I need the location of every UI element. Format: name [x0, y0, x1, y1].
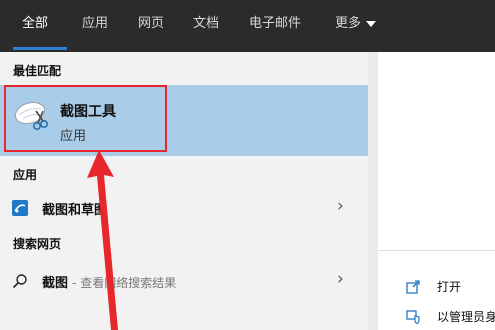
- section-web: 搜索网页: [13, 237, 62, 251]
- web-result-item[interactable]: 截图 - 查看网络搜索结果 ›: [0, 266, 368, 296]
- run-as-admin-action[interactable]: 以管理员身: [378, 306, 495, 328]
- snip-sketch-icon: [12, 200, 28, 216]
- tab-web[interactable]: 网页: [138, 14, 164, 34]
- highlight-box: [4, 85, 167, 152]
- admin-label: 以管理员身: [437, 310, 495, 324]
- details-separator: [378, 250, 495, 251]
- section-apps: 应用: [13, 168, 38, 182]
- tab-all[interactable]: 全部: [22, 14, 48, 34]
- tab-documents[interactable]: 文档: [193, 14, 219, 34]
- web-query: 截图: [42, 276, 69, 291]
- chevron-right-icon[interactable]: ›: [337, 269, 344, 289]
- tab-apps[interactable]: 应用: [82, 14, 108, 34]
- open-label: 打开: [437, 280, 462, 294]
- app-item-snip-sketch[interactable]: 截图和草图 ›: [0, 193, 368, 223]
- open-action[interactable]: 打开: [378, 276, 495, 298]
- chevron-right-icon[interactable]: ›: [337, 196, 344, 216]
- panel-divider: [368, 52, 378, 330]
- annotation-arrow: [85, 150, 130, 330]
- search-icon: [12, 273, 28, 289]
- tab-email[interactable]: 电子邮件: [249, 14, 301, 34]
- chevron-down-icon: [366, 20, 377, 27]
- tab-more[interactable]: 更多: [335, 14, 377, 34]
- tab-more-label: 更多: [335, 16, 362, 31]
- search-tab-bar: 全部 应用 网页 文档 电子邮件 更多: [0, 0, 495, 52]
- section-best-match: 最佳匹配: [13, 64, 62, 78]
- admin-shield-icon: [406, 309, 421, 324]
- active-tab-indicator: [13, 47, 67, 50]
- open-icon: [406, 279, 421, 294]
